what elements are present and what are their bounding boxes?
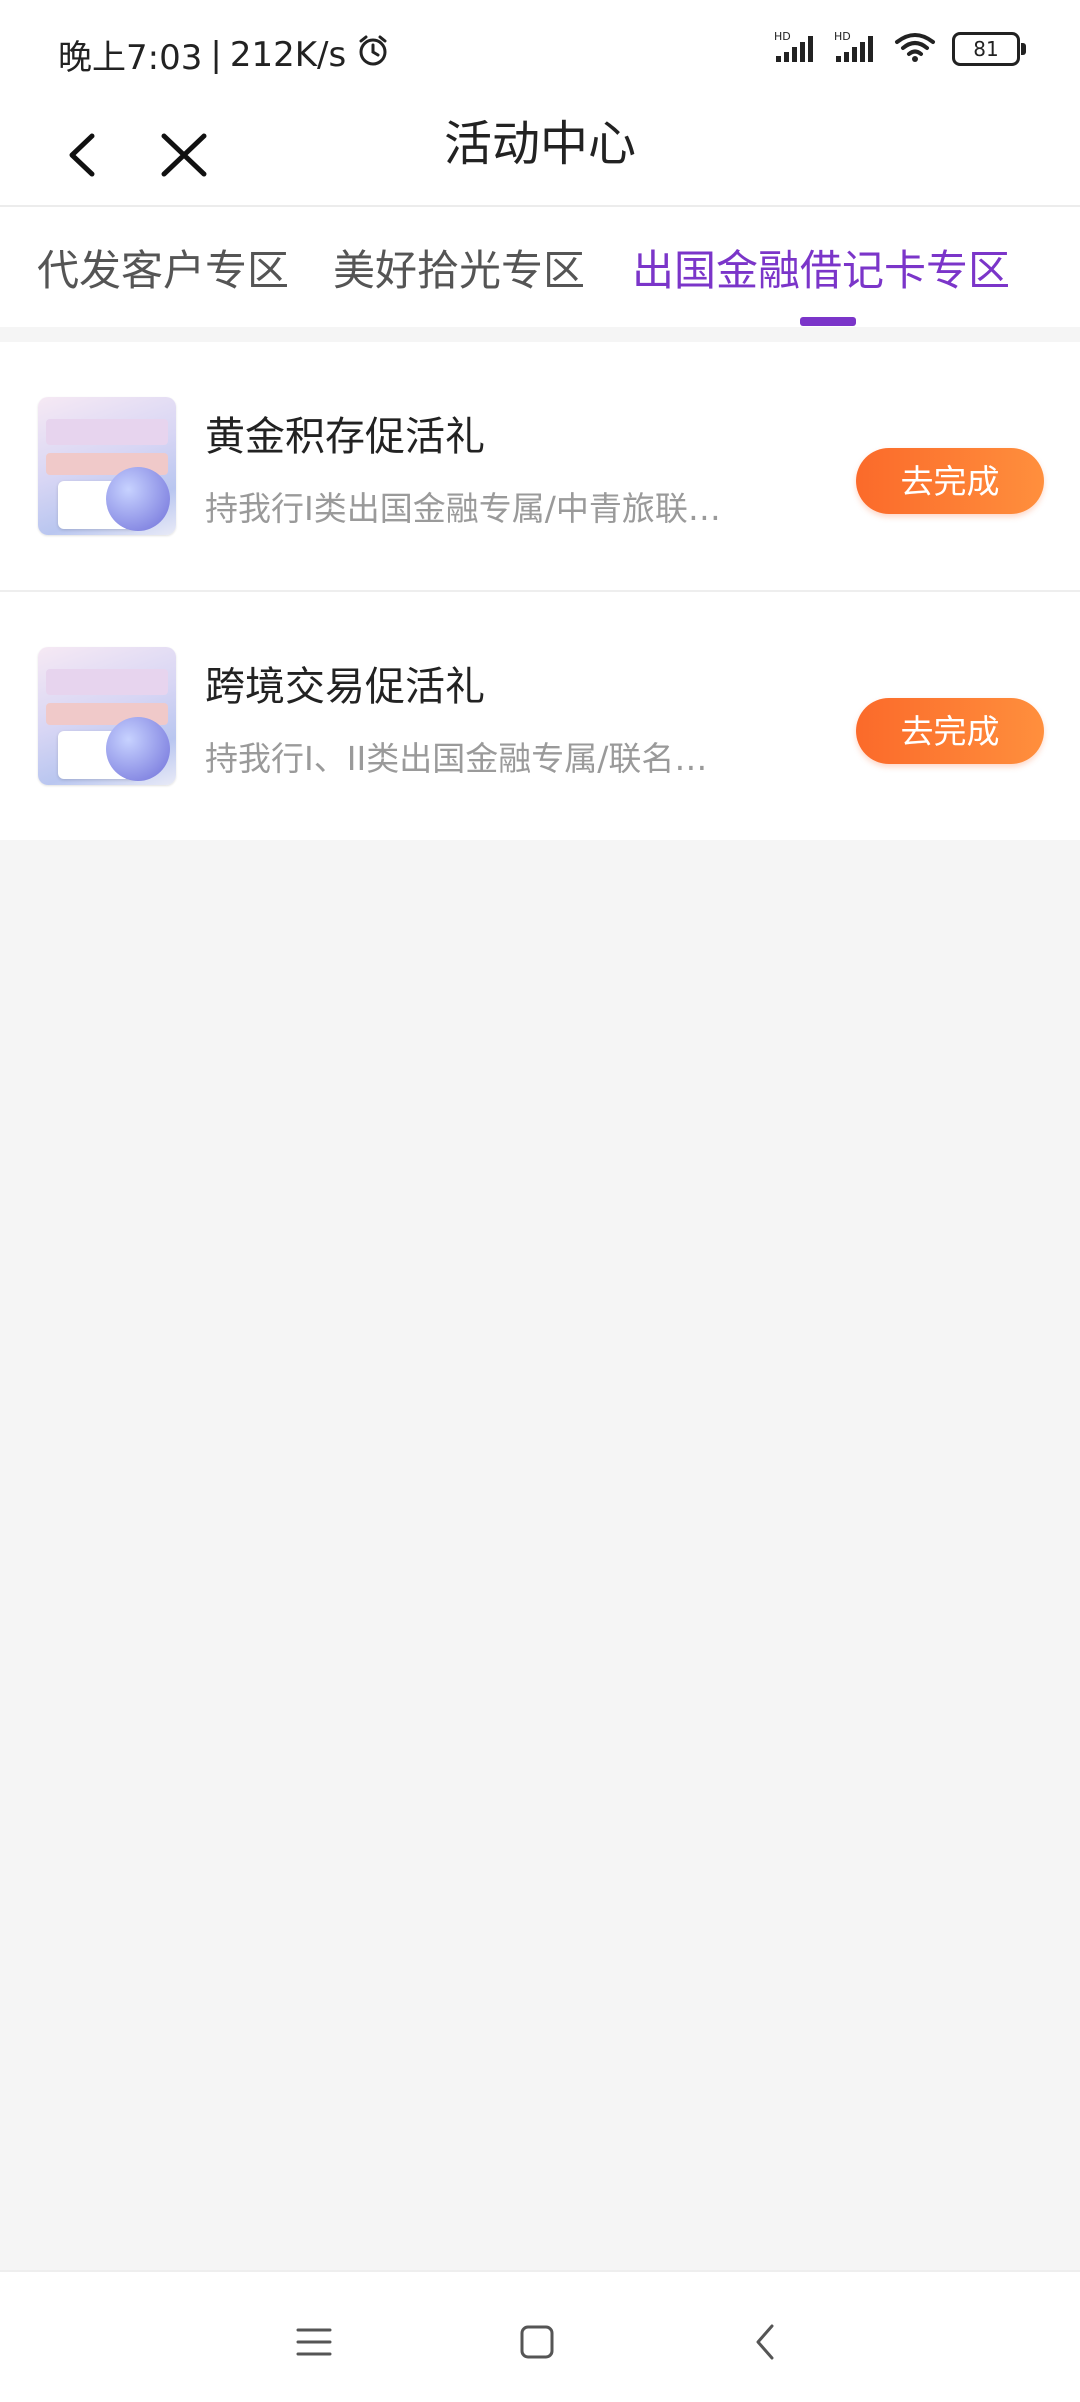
activity-thumbnail (38, 397, 176, 535)
back-triangle-icon (756, 2324, 774, 2360)
tab-payroll-customers[interactable]: 代发客户专区 (37, 237, 289, 298)
close-button[interactable] (150, 118, 220, 188)
tab-bar: 代发客户专区 美好拾光专区 出国金融借记卡专区 (0, 207, 1080, 327)
tab-good-times[interactable]: 美好拾光专区 (333, 237, 585, 298)
activity-title: 跨境交易促活礼 (205, 664, 485, 710)
activity-thumbnail (38, 647, 176, 785)
status-left: 晚上7:03 | 212K/s (58, 30, 390, 79)
activity-title: 黄金积存促活礼 (205, 414, 485, 460)
menu-button[interactable] (284, 2312, 344, 2372)
chevron-left-icon (69, 133, 95, 177)
status-bar: 晚上7:03 | 212K/s HD HD 81 (0, 0, 1080, 100)
complete-button[interactable]: 去完成 (856, 448, 1044, 514)
list-item[interactable]: 黄金积存促活礼 持我行I类出国金融专属/中青旅联… 去完成 (0, 342, 1080, 592)
system-back-button[interactable] (736, 2312, 796, 2372)
network-speed: 212K/s (229, 34, 347, 75)
activity-description: 持我行I类出国金融专属/中青旅联… (205, 489, 721, 528)
home-button[interactable] (507, 2312, 567, 2372)
signal-1-icon: HD (774, 30, 818, 68)
activity-description: 持我行I、II类出国金融专属/联名… (205, 739, 708, 778)
active-tab-indicator (800, 317, 856, 326)
battery-icon: 81 (952, 32, 1026, 66)
svg-text:HD: HD (834, 30, 851, 43)
svg-text:HD: HD (774, 30, 791, 43)
menu-icon (296, 2328, 332, 2356)
tab-overseas-debit-card[interactable]: 出国金融借记卡专区 (632, 237, 1010, 298)
complete-button[interactable]: 去完成 (856, 698, 1044, 764)
back-button[interactable] (50, 118, 120, 188)
status-right: HD HD 81 (774, 30, 1026, 68)
signal-2-icon: HD (834, 30, 878, 68)
header: 活动中心 (0, 100, 1080, 205)
status-time: 晚上7:03 (58, 38, 203, 78)
battery-level: 81 (973, 37, 999, 61)
list-item[interactable]: 跨境交易促活礼 持我行I、II类出国金融专属/联名… 去完成 (0, 592, 1080, 840)
wifi-icon (894, 30, 936, 68)
close-icon (161, 133, 207, 177)
activity-list: 黄金积存促活礼 持我行I类出国金融专属/中青旅联… 去完成 跨境交易促活礼 持我… (0, 342, 1080, 840)
alarm-icon (356, 33, 390, 76)
system-nav-bar (0, 2270, 1080, 2402)
home-square-icon (520, 2325, 554, 2359)
